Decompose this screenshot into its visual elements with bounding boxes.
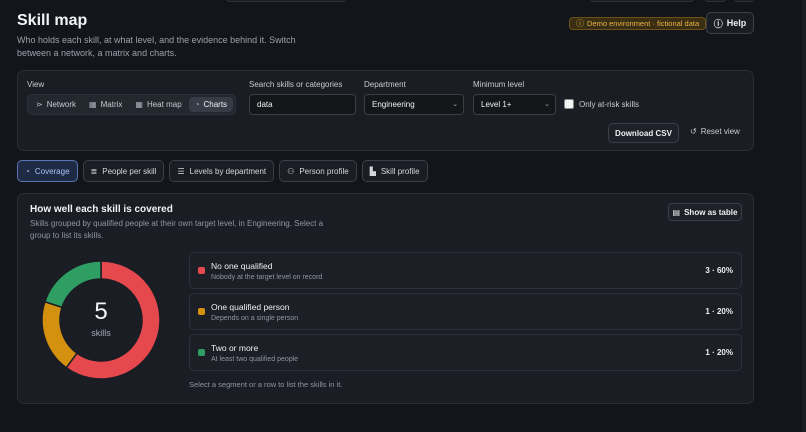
chevron-down-icon: ⌄	[452, 101, 458, 108]
grid-icon: ▦	[89, 100, 97, 109]
segment-description: At least two qualified people	[211, 356, 299, 363]
donut-center: 5 skills	[41, 298, 161, 338]
segment-value: 1 · 20%	[705, 307, 733, 316]
segment-title: One qualified person	[211, 302, 290, 312]
demo-badge: ⓘ Demo environment · fictional data	[569, 17, 707, 30]
selection-hint: Select a segment or a row to list the sk…	[189, 380, 343, 389]
search-input[interactable]: data	[249, 94, 356, 115]
at-risk-toggle[interactable]: Only at-risk skills	[564, 99, 639, 109]
demo-badge-label: Demo environment · fictional data	[587, 19, 700, 28]
tab-person-profile-label: Person profile	[299, 166, 349, 176]
view-network-button[interactable]: ⋗ Network	[30, 97, 82, 112]
tab-people-per-skill-label: People per skill	[102, 166, 157, 176]
view-switcher: ⋗ Network ▦ Matrix ▦ Heat map ◔ Charts	[27, 94, 237, 115]
page-scrollbar[interactable]	[802, 0, 806, 432]
page-title: Skill map	[17, 12, 88, 29]
reset-icon: ↺	[690, 127, 697, 136]
info-icon: ⓘ	[576, 19, 584, 28]
view-label: View	[27, 80, 45, 89]
search-input-value: data	[257, 100, 273, 109]
view-charts-button[interactable]: ◔ Charts	[188, 97, 234, 112]
at-risk-checkbox[interactable]	[564, 99, 574, 109]
coverage-card: How well each skill is covered Skills gr…	[17, 193, 754, 404]
top-toolbar-fragment	[590, 0, 694, 2]
filter-panel: View ⋗ Network ▦ Matrix ▦ Heat map ◔ Cha…	[17, 70, 754, 151]
top-toolbar-fragment	[704, 0, 726, 2]
segment-row-two-plus[interactable]: Two or more At least two qualified peopl…	[189, 334, 742, 371]
tab-coverage-label: Coverage	[34, 166, 70, 176]
segment-row-one[interactable]: One qualified person Depends on a single…	[189, 293, 742, 330]
tab-skill-profile[interactable]: ▙ Skill profile	[361, 160, 428, 182]
segment-row-none[interactable]: No one qualified Nobody at the target le…	[189, 252, 742, 289]
pie-icon: ◔	[25, 166, 30, 176]
tab-levels-by-department-label: Levels by department	[189, 166, 267, 176]
donut-total: 5	[94, 298, 108, 325]
level-select-value: Level 1+	[481, 100, 512, 109]
network-icon: ⋗	[36, 100, 43, 109]
table-icon: ▤	[672, 207, 681, 217]
page-description: Who holds each skill, at what level, and…	[17, 35, 296, 58]
card-description: Skills grouped by qualified people at th…	[30, 219, 324, 240]
tab-coverage[interactable]: ◔ Coverage	[17, 160, 78, 182]
search-label: Search skills or categories	[249, 80, 343, 89]
help-button-label: Help	[726, 18, 747, 28]
top-toolbar-fragment	[734, 0, 754, 2]
download-csv-button[interactable]: Download CSV	[608, 123, 679, 143]
help-button[interactable]: ⓘ Help	[706, 12, 754, 34]
segment-description: Nobody at the target level on record	[211, 274, 323, 281]
segment-value: 3 · 60%	[705, 266, 733, 275]
chart-icon: ▙	[369, 166, 376, 176]
segment-value: 1 · 20%	[705, 348, 733, 357]
at-risk-label: Only at-risk skills	[579, 99, 640, 109]
department-select[interactable]: Engineering ⌄	[364, 94, 464, 115]
stack-icon: ☰	[177, 166, 185, 176]
chevron-down-icon: ⌄	[544, 101, 550, 108]
reset-view-button[interactable]: ↺ Reset view	[690, 127, 740, 136]
department-select-value: Engineering	[372, 100, 415, 109]
level-select[interactable]: Level 1+ ⌄	[473, 94, 556, 115]
chart-tabs: ◔ Coverage ≣ People per skill ☰ Levels b…	[17, 160, 428, 182]
view-heatmap-label: Heat map	[146, 100, 182, 109]
tab-people-per-skill[interactable]: ≣ People per skill	[82, 160, 165, 182]
view-matrix-button[interactable]: ▦ Matrix	[83, 97, 128, 112]
view-network-label: Network	[46, 100, 77, 109]
heatmap-icon: ▦	[135, 100, 143, 109]
show-as-table-button[interactable]: ▤ Show as table	[668, 203, 742, 221]
card-title: How well each skill is covered	[30, 204, 173, 215]
segment-swatch	[198, 308, 205, 315]
bar-icon: ≣	[90, 166, 98, 176]
segment-title: Two or more	[211, 343, 259, 353]
segment-description: Depends on a single person	[211, 315, 299, 322]
department-label: Department	[364, 80, 406, 89]
segment-swatch	[198, 267, 205, 274]
segment-swatch	[198, 349, 205, 356]
reset-view-label: Reset view	[700, 127, 740, 136]
segment-title: No one qualified	[211, 261, 273, 271]
donut-unit: skills	[91, 328, 111, 338]
level-label: Minimum level	[473, 80, 525, 89]
show-as-table-label: Show as table	[684, 207, 738, 217]
top-toolbar-fragment	[226, 0, 346, 2]
person-icon: ⚇	[287, 166, 295, 176]
question-icon: ⓘ	[713, 18, 723, 29]
tab-person-profile[interactable]: ⚇ Person profile	[279, 160, 357, 182]
tab-skill-profile-label: Skill profile	[380, 166, 420, 176]
view-heatmap-button[interactable]: ▦ Heat map	[129, 97, 187, 112]
pie-icon: ◔	[194, 100, 200, 109]
tab-levels-by-department[interactable]: ☰ Levels by department	[169, 160, 275, 182]
view-charts-label: Charts	[203, 100, 228, 109]
view-matrix-label: Matrix	[100, 100, 123, 109]
